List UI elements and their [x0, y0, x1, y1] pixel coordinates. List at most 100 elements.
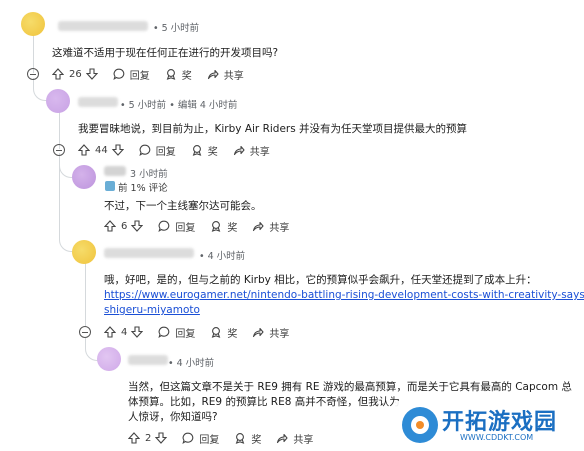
- comment-text: 不过，下一个主线塞尔达可能会。: [104, 200, 262, 212]
- comment-meta: 3 小时前: [130, 169, 168, 180]
- collapse-thread-button[interactable]: [53, 144, 65, 156]
- award-button[interactable]: 奖: [165, 67, 192, 82]
- article-link-continued[interactable]: shigeru-miyamoto: [104, 304, 200, 316]
- award-button[interactable]: 奖: [210, 219, 237, 234]
- downvote-icon[interactable]: [131, 220, 144, 232]
- reply-label: 回复: [155, 146, 176, 158]
- share-button[interactable]: 共享: [276, 431, 313, 446]
- comment-bubble-icon: [158, 220, 170, 232]
- comment-actions: 4 回复 奖 共享: [104, 323, 304, 341]
- reply-label: 回复: [175, 328, 196, 340]
- award-icon: [212, 221, 221, 232]
- share-label: 共享: [293, 434, 314, 446]
- comment-actions: 44 回复 奖 共享: [78, 141, 285, 159]
- username[interactable]: [78, 97, 118, 107]
- comment-text: 这难道不适用于现在任何正在进行的开发项目吗?: [52, 47, 279, 59]
- flair-text: 前 1% 评论: [118, 183, 168, 194]
- comment-bubble-icon: [182, 432, 194, 444]
- upvote-group: 26: [52, 68, 98, 80]
- comment-actions: 26 回复 奖 共享: [52, 65, 259, 83]
- reply-label: 回复: [175, 222, 196, 234]
- avatar[interactable]: [72, 240, 96, 264]
- comment-bubble-icon: [158, 326, 170, 338]
- upvote-group: 2: [128, 432, 168, 444]
- reply-button[interactable]: 回复: [139, 143, 176, 158]
- article-link[interactable]: https://www.eurogamer.net/nintendo-battl…: [104, 289, 584, 301]
- watermark-logo-icon: [402, 407, 438, 443]
- thread-connector: [59, 153, 73, 252]
- share-button[interactable]: 共享: [233, 143, 270, 158]
- award-button[interactable]: 奖: [191, 143, 218, 158]
- comment-meta: • 5 小时前 • 编辑 4 小时前: [120, 100, 238, 111]
- share-button[interactable]: 共享: [252, 325, 289, 340]
- award-label: 奖: [227, 328, 238, 340]
- downvote-icon[interactable]: [155, 432, 168, 444]
- reply-label: 回复: [199, 434, 220, 446]
- username[interactable]: [104, 166, 126, 176]
- upvote-icon[interactable]: [104, 220, 116, 232]
- comment-text: 当然，但这篇文章不是关于 RE9 拥有 RE 游戏的最高预算，而是关于它具有最高…: [128, 381, 572, 393]
- award-label: 奖: [207, 146, 218, 158]
- award-button[interactable]: 奖: [234, 431, 261, 446]
- reply-label: 回复: [129, 70, 150, 82]
- vote-count: 2: [145, 432, 152, 444]
- avatar[interactable]: [46, 89, 70, 113]
- upvote-group: 44: [78, 144, 124, 156]
- username[interactable]: [104, 248, 194, 258]
- upvote-icon[interactable]: [128, 432, 140, 444]
- avatar[interactable]: [21, 12, 45, 36]
- share-label: 共享: [269, 222, 290, 234]
- comment-text-line2: 体预算。比如，RE9 的预算比 RE8 高并不奇怪，但我认为: [128, 396, 400, 408]
- share-label: 共享: [223, 70, 244, 82]
- upvote-group: 6: [104, 220, 144, 232]
- share-icon: [253, 327, 264, 338]
- share-button[interactable]: 共享: [252, 219, 289, 234]
- comment-text-line3: 人惊讶，你知道吗?: [128, 411, 218, 423]
- collapse-thread-button[interactable]: [79, 326, 91, 338]
- upvote-icon[interactable]: [104, 326, 116, 338]
- username[interactable]: [58, 21, 148, 31]
- share-label: 共享: [249, 146, 270, 158]
- share-icon: [253, 221, 264, 232]
- award-icon: [236, 433, 245, 444]
- downvote-icon[interactable]: [85, 68, 98, 80]
- reply-button[interactable]: 回复: [113, 67, 150, 82]
- comment-meta: • 4 小时前: [168, 358, 215, 369]
- username[interactable]: [128, 355, 168, 365]
- upvote-group: 4: [104, 326, 144, 338]
- thread-connector: [33, 78, 47, 101]
- avatar[interactable]: [72, 165, 96, 189]
- collapse-thread-button[interactable]: [27, 68, 39, 80]
- watermark: 开拓游戏园 WWW.CDDKT.COM: [394, 401, 584, 451]
- award-button[interactable]: 奖: [210, 325, 237, 340]
- upvote-icon[interactable]: [52, 68, 64, 80]
- comment-actions: 2 回复 奖 共享: [128, 429, 328, 447]
- watermark-url: WWW.CDDKT.COM: [460, 433, 534, 442]
- comment-actions: 6 回复 奖 共享: [104, 217, 304, 235]
- reply-button[interactable]: 回复: [182, 431, 219, 446]
- vote-count: 4: [121, 326, 128, 338]
- reply-button[interactable]: 回复: [158, 325, 195, 340]
- award-icon: [166, 69, 176, 80]
- award-label: 奖: [181, 70, 192, 82]
- comment-bubble-icon: [113, 68, 125, 80]
- reply-button[interactable]: 回复: [158, 219, 195, 234]
- comment-text: 我要冒昧地说，到目前为止，Kirby Air Riders 并没有为任天堂项目提…: [78, 123, 468, 135]
- comment-text: 哦，好吧，是的，但与之前的 Kirby 相比，它的预算似乎会飙升，任天堂还提到了…: [104, 274, 537, 286]
- flair-icon: [105, 181, 115, 191]
- thread-line: [85, 263, 86, 326]
- vote-count: 6: [121, 220, 128, 232]
- watermark-title: 开拓游戏园: [442, 410, 558, 435]
- downvote-icon[interactable]: [111, 144, 124, 156]
- vote-count: 26: [69, 68, 82, 80]
- comment-meta: • 5 小时前: [153, 23, 200, 34]
- award-icon: [212, 327, 221, 338]
- avatar[interactable]: [97, 347, 121, 371]
- downvote-icon[interactable]: [131, 326, 144, 338]
- share-button[interactable]: 共享: [207, 67, 244, 82]
- upvote-icon[interactable]: [78, 144, 90, 156]
- award-icon: [192, 145, 202, 156]
- share-label: 共享: [269, 328, 290, 340]
- vote-count: 44: [95, 144, 108, 156]
- comment-bubble-icon: [139, 144, 151, 156]
